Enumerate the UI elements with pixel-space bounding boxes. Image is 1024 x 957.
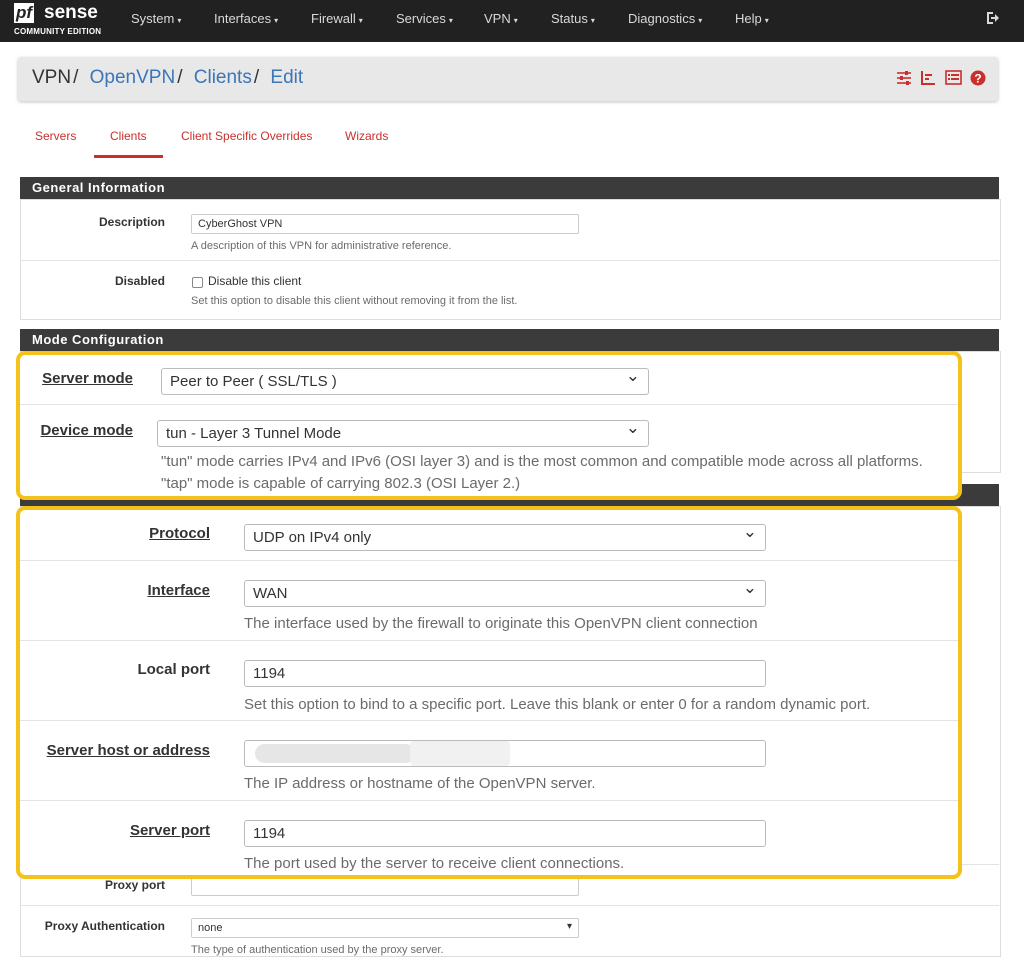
device-mode-label: Device mode — [40, 422, 133, 439]
proxy-authentication-select[interactable]: none ▾ — [191, 918, 579, 938]
nav-status[interactable]: Status ▾ — [551, 0, 595, 38]
top-navbar: pf sense COMMUNITY EDITION System ▾ Inter… — [0, 0, 1024, 42]
local-port-input[interactable]: 1194 — [244, 660, 766, 687]
disable-client-checkbox-label[interactable]: Disable this client — [208, 274, 301, 288]
mode-callout: Server mode Peer to Peer ( SSL/TLS ) Dev… — [16, 351, 962, 500]
logout-icon[interactable] — [986, 11, 1002, 29]
nav-help[interactable]: Help ▾ — [735, 0, 769, 38]
proxy-port-input[interactable] — [191, 876, 579, 896]
disabled-label: Disabled — [114, 274, 165, 288]
mode-configuration-heading: Mode Configuration — [20, 329, 999, 351]
breadcrumb-bar: VPN / OpenVPN / Clients / Edit ? — [18, 57, 998, 101]
nav-services[interactable]: Services ▾ — [396, 0, 453, 38]
logo-sense: sense — [44, 2, 98, 23]
tab-wizards[interactable]: Wizards — [345, 129, 388, 143]
tab-clients[interactable]: Clients — [110, 129, 147, 143]
nav-system[interactable]: System ▾ — [131, 0, 181, 38]
disable-client-checkbox[interactable] — [192, 277, 203, 288]
proxy-authentication-help: The type of authentication used by the p… — [191, 944, 444, 956]
redacted-value — [410, 741, 510, 766]
row-divider — [20, 905, 999, 906]
nav-interfaces[interactable]: Interfaces ▾ — [214, 0, 278, 38]
sliders-icon[interactable] — [895, 70, 913, 88]
nav-vpn[interactable]: VPN ▾ — [484, 0, 518, 38]
row-divider — [20, 640, 958, 641]
local-port-help: Set this option to bind to a specific po… — [244, 696, 871, 713]
bar-chart-icon[interactable] — [919, 70, 937, 88]
logo-pf: pf — [14, 3, 35, 23]
interface-help: The interface used by the firewall to or… — [244, 615, 758, 632]
server-mode-label: Server mode — [42, 370, 133, 387]
tab-servers[interactable]: Servers — [35, 129, 76, 143]
nav-firewall[interactable]: Firewall ▾ — [311, 0, 363, 38]
interface-select[interactable]: WAN — [244, 575, 766, 607]
device-mode-help-tap: "tap" mode is capable of carrying 802.3 … — [161, 475, 521, 492]
server-port-help: The port used by the server to receive c… — [244, 855, 625, 872]
device-mode-help-tun: "tun" mode carries IPv4 and IPv6 (OSI la… — [161, 453, 923, 470]
description-help: A description of this VPN for administra… — [191, 240, 452, 252]
list-icon[interactable] — [944, 70, 962, 88]
breadcrumb: VPN / OpenVPN / Clients / Edit — [32, 67, 304, 88]
row-divider — [20, 404, 958, 405]
protocol-select[interactable]: UDP on IPv4 only — [244, 519, 766, 551]
proxy-authentication-label: Proxy Authentication — [44, 919, 165, 933]
server-mode-select[interactable]: Peer to Peer ( SSL/TLS ) — [161, 363, 649, 395]
server-host-input[interactable] — [244, 740, 766, 767]
server-port-label: Server port — [129, 822, 210, 839]
local-port-label: Local port — [137, 661, 210, 678]
endpoint-callout: Protocol UDP on IPv4 only Interface WAN … — [16, 506, 962, 879]
svg-text:?: ? — [974, 72, 981, 86]
breadcrumb-clients[interactable]: Clients — [194, 67, 252, 88]
active-tab-indicator — [94, 155, 163, 158]
row-divider — [20, 720, 958, 721]
row-divider — [20, 260, 999, 261]
server-host-label: Server host or address — [46, 742, 210, 759]
general-information-heading: General Information — [20, 177, 999, 199]
chevron-down-icon: ▾ — [566, 921, 572, 932]
breadcrumb-edit[interactable]: Edit — [270, 67, 303, 88]
breadcrumb-vpn: VPN — [32, 67, 72, 88]
disabled-help: Set this option to disable this client w… — [191, 295, 518, 307]
server-host-help: The IP address or hostname of the OpenVP… — [244, 775, 596, 792]
pfsense-logo[interactable]: pf sense COMMUNITY EDITION — [14, 3, 108, 39]
server-port-input[interactable]: 1194 — [244, 820, 766, 847]
redacted-value — [255, 744, 415, 763]
breadcrumb-openvpn[interactable]: OpenVPN — [90, 67, 176, 88]
description-input[interactable]: CyberGhost VPN — [191, 214, 579, 234]
row-divider — [20, 800, 958, 801]
logo-edition: COMMUNITY EDITION — [14, 27, 102, 36]
protocol-label: Protocol — [149, 525, 210, 542]
nav-diagnostics[interactable]: Diagnostics ▾ — [628, 0, 702, 38]
proxy-port-label: Proxy port — [104, 878, 165, 892]
help-icon[interactable]: ? — [969, 70, 987, 88]
interface-label: Interface — [147, 582, 210, 599]
tab-client-specific-overrides[interactable]: Client Specific Overrides — [181, 129, 312, 143]
device-mode-select[interactable]: tun - Layer 3 Tunnel Mode — [157, 415, 649, 447]
row-divider — [20, 560, 958, 561]
description-label: Description — [98, 215, 165, 229]
